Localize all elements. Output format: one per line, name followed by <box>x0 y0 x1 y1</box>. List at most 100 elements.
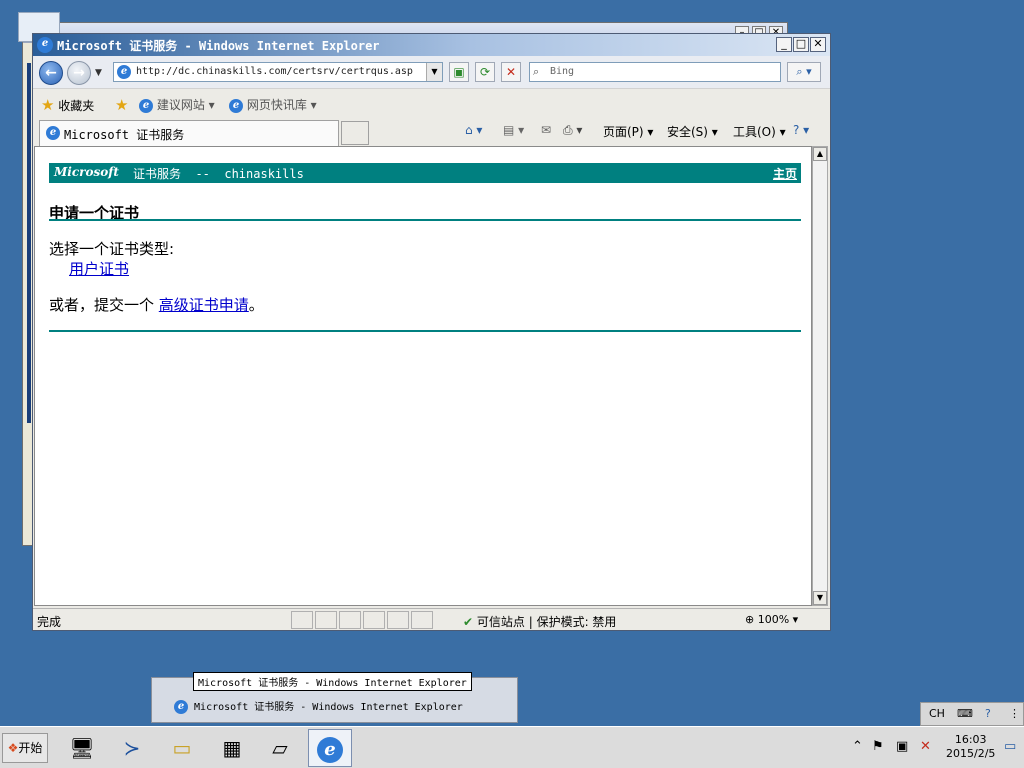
ie-logo-icon: e <box>37 37 53 53</box>
maximize-button[interactable]: □ <box>793 37 809 52</box>
suggested-sites-label: 建议网站 <box>156 98 205 112</box>
tab-row: e Microsoft 证书服务 ⌂ ▾ ▤ ▾ ✉ ⎙ ▾ 页面(P) ▾ 安… <box>33 118 830 146</box>
zoom-control[interactable]: ⊕ 100% ▾ <box>745 613 798 626</box>
advanced-request-line: 或者，提交一个 高级证书申请。 <box>49 294 264 315</box>
status-cell <box>339 611 361 629</box>
safety-menu-label: 安全(S) <box>667 125 708 139</box>
address-bar[interactable]: e http://dc.chinaskills.com/certsrv/cert… <box>113 62 443 82</box>
powershell-icon[interactable]: ≻ <box>110 729 154 767</box>
home-button[interactable]: ⌂ ▾ <box>465 123 482 137</box>
windows-logo-icon: ❖ <box>7 741 19 755</box>
zoom-icon: ⊕ <box>745 613 755 626</box>
home-link[interactable]: 主页 <box>773 165 797 182</box>
add-to-favorites-bar-button[interactable]: ★ <box>115 96 128 114</box>
address-url[interactable]: http://dc.chinaskills.com/certsrv/certrq… <box>136 66 413 77</box>
suggested-sites-button[interactable]: e 建议网站 ▾ <box>139 96 215 113</box>
internet-explorer-taskbar-button[interactable]: e <box>308 729 352 767</box>
advanced-request-link[interactable]: 高级证书申请 <box>159 296 249 314</box>
show-hidden-icons-icon[interactable]: ⌃ <box>852 739 863 754</box>
search-provider-icon: ⌕ <box>533 65 540 78</box>
feeds-button[interactable]: ▤ ▾ <box>503 123 524 137</box>
or-prefix: 或者，提交一个 <box>49 296 159 314</box>
favorites-star-icon: ★ <box>41 96 55 114</box>
file-explorer-icon[interactable]: ▭ <box>160 729 204 767</box>
tab-cert-services[interactable]: e Microsoft 证书服务 <box>39 120 339 146</box>
page-menu-label: 页面(P) <box>603 125 644 139</box>
start-button[interactable]: ❖开始 <box>2 733 48 763</box>
safety-menu[interactable]: 安全(S) ▾ <box>667 123 718 140</box>
tools-menu-label: 工具(O) <box>733 125 776 139</box>
keyboard-icon[interactable]: ⌨ <box>957 707 973 720</box>
action-center-flag-icon[interactable]: ⚑ <box>872 739 884 754</box>
add-favorite-icon: ★ <box>115 96 129 114</box>
divider <box>49 330 801 332</box>
close-button[interactable]: ✕ <box>810 37 826 52</box>
status-bar: 完成 ✔ 可信站点 | 保护模式: 禁用 ⊕ 100% ▾ <box>33 608 830 630</box>
ie-page-icon: e <box>229 98 243 113</box>
mail-button[interactable]: ✉ <box>541 123 551 137</box>
clock[interactable]: 16:03 2015/2/5 <box>946 733 995 761</box>
taskbar: ❖开始 🖥 ≻ ▭ ▦ ▱ e ⌃ ⚑ ▣ ✕ 16:03 2015/2/5 ▭ <box>0 726 1024 768</box>
status-cell <box>411 611 433 629</box>
search-box[interactable]: ⌕ Bing <box>529 62 781 82</box>
vertical-scrollbar[interactable]: ▲ ▼ <box>812 146 828 606</box>
header-text: 证书服务 -- chinaskills <box>133 167 304 181</box>
ie-titlebar[interactable]: e Microsoft 证书服务 - Windows Internet Expl… <box>33 34 830 56</box>
favorites-label: 收藏夹 <box>58 99 95 113</box>
background-window-edge <box>27 63 31 423</box>
status-cell <box>291 611 313 629</box>
select-cert-type-label: 选择一个证书类型: <box>49 240 175 258</box>
scroll-up-arrow-icon[interactable]: ▲ <box>813 147 827 161</box>
security-zone[interactable]: ✔ 可信站点 | 保护模式: 禁用 <box>463 613 616 630</box>
status-text: 完成 <box>37 615 62 629</box>
back-button[interactable]: ← <box>39 61 63 85</box>
tooltip: Microsoft 证书服务 - Windows Internet Explor… <box>193 672 472 691</box>
ie-window: e Microsoft 证书服务 - Windows Internet Expl… <box>32 33 831 631</box>
page-content: Microsoft 证书服务 -- chinaskills 主页 申请一个证书 … <box>34 146 812 606</box>
language-indicator[interactable]: CH <box>929 707 945 720</box>
page-icon: e <box>117 65 131 79</box>
web-slice-gallery-button[interactable]: e 网页快讯库 ▾ <box>229 96 317 113</box>
tools-menu[interactable]: 工具(O) ▾ <box>733 123 786 140</box>
preview-window-item[interactable]: e Microsoft 证书服务 - Windows Internet Expl… <box>174 698 463 714</box>
tab-label: Microsoft 证书服务 <box>64 128 185 142</box>
cert-services-header: Microsoft 证书服务 -- chinaskills 主页 <box>49 163 801 183</box>
help-icon[interactable]: ? <box>985 707 991 720</box>
network-icon[interactable]: ▣ <box>896 739 908 754</box>
stop-button[interactable]: ✕ <box>501 62 521 82</box>
show-desktop-icon[interactable]: ▭ <box>1004 739 1016 754</box>
arrow-left-icon: ← <box>45 65 57 81</box>
help-button[interactable]: ? ▾ <box>793 123 809 137</box>
microsoft-brand: Microsoft <box>54 165 119 179</box>
search-button[interactable]: ⌕ ▾ <box>787 62 821 82</box>
address-dropdown-icon[interactable]: ▼ <box>426 63 442 81</box>
clock-time: 16:03 <box>954 733 987 746</box>
window-title: Microsoft 证书服务 - Windows Internet Explor… <box>57 39 380 53</box>
zone-label: 可信站点 | 保护模式: 禁用 <box>476 615 617 629</box>
volume-muted-icon[interactable]: ✕ <box>920 739 931 754</box>
minimize-button[interactable]: _ <box>776 37 792 52</box>
start-label: 开始 <box>18 741 43 755</box>
compatibility-view-button[interactable]: ▣ <box>449 62 469 82</box>
notepad-icon[interactable]: ▱ <box>258 729 302 767</box>
recent-pages-dropdown-icon[interactable]: ▼ <box>95 68 102 78</box>
print-button[interactable]: ⎙ ▾ <box>563 123 582 138</box>
preview-label: Microsoft 证书服务 - Windows Internet Explor… <box>194 702 463 713</box>
forward-button[interactable]: → <box>67 61 91 85</box>
favorites-button[interactable]: ★ 收藏夹 <box>41 96 94 114</box>
tab-page-icon: e <box>46 126 60 140</box>
status-cell <box>363 611 385 629</box>
server-manager-icon[interactable]: 🖥 <box>60 729 104 767</box>
refresh-button[interactable]: ⟳ <box>475 62 495 82</box>
navigation-bar: ← → ▼ e http://dc.chinaskills.com/certsr… <box>33 56 830 88</box>
scroll-down-arrow-icon[interactable]: ▼ <box>813 591 827 605</box>
user-certificate-link[interactable]: 用户证书 <box>69 258 129 279</box>
page-menu[interactable]: 页面(P) ▾ <box>603 123 653 140</box>
certificate-app-icon[interactable]: ▦ <box>210 729 254 767</box>
language-bar: CH ⌨ ? ⋮ <box>920 702 1024 726</box>
options-icon[interactable]: ⋮ <box>1009 707 1020 720</box>
new-tab-button[interactable] <box>341 121 369 145</box>
search-input[interactable]: Bing <box>550 66 574 77</box>
zoom-level: 100% <box>757 613 790 626</box>
ie-logo-icon: e <box>174 700 188 714</box>
